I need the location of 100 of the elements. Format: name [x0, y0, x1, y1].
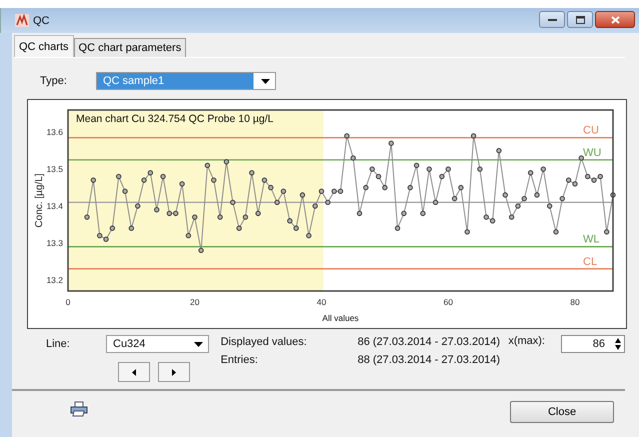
data-point: [110, 226, 115, 231]
close-icon[interactable]: [595, 11, 635, 28]
line-dropdown[interactable]: Cu324: [106, 335, 209, 353]
data-point: [508, 214, 514, 220]
previous-button[interactable]: [118, 362, 150, 382]
data-point: [502, 192, 508, 198]
data-point: [414, 162, 420, 168]
data-point: [192, 214, 198, 220]
data-point: [294, 226, 299, 231]
left-arrow-icon: [132, 368, 136, 376]
info-label: Displayed values:: [220, 336, 308, 348]
data-point: [90, 178, 96, 183]
data-point: [496, 148, 502, 154]
x-axis-title: All values: [322, 313, 359, 323]
tab[interactable]: QC charts: [14, 35, 74, 57]
data-point: [249, 170, 254, 176]
data-point: [300, 192, 306, 198]
data-point: [426, 166, 432, 172]
data-point: [262, 178, 268, 183]
data-point: [464, 229, 470, 235]
data-point: [408, 184, 413, 190]
data-point: [388, 140, 394, 146]
next-button[interactable]: [158, 362, 190, 382]
data-point: [230, 200, 236, 205]
window-title: QC: [33, 14, 50, 26]
data-point: [344, 133, 350, 138]
data-point: [154, 207, 160, 212]
data-point: [401, 210, 407, 216]
data-point: [287, 218, 292, 224]
spinner-arrows-icon: [615, 338, 621, 350]
data-point: [578, 155, 584, 161]
y-tick-label: 13.3: [46, 238, 63, 248]
dropdown-arrow-icon: [261, 78, 270, 84]
data-point: [540, 166, 546, 172]
limit-label: WU: [583, 146, 602, 159]
info-label: Entries:: [220, 354, 259, 366]
data-point: [522, 196, 527, 202]
data-point: [128, 226, 134, 231]
line-label: Line:: [46, 338, 71, 350]
data-point: [376, 174, 382, 180]
x-tick-label: 40: [316, 297, 326, 307]
y-tick-label: 13.6: [46, 127, 63, 138]
dropdown-arrow-icon: [194, 342, 203, 346]
data-point: [604, 229, 610, 235]
x-tick-label: 0: [66, 297, 70, 307]
x-tick-label: 80: [570, 297, 580, 307]
y-axis-title: Conc. [µg/L]: [34, 173, 45, 228]
data-point: [122, 188, 128, 194]
x-tick-label: 20: [190, 297, 200, 307]
data-point: [148, 170, 154, 176]
data-point: [274, 200, 280, 205]
info-value: 86 (27.03.2014 - 27.03.2014): [358, 336, 502, 348]
right-arrow-icon: [172, 368, 176, 376]
minimize-button[interactable]: [539, 11, 565, 28]
y-tick-label: 13.4: [46, 201, 63, 212]
maximize-button[interactable]: [567, 11, 593, 28]
printer-icon[interactable]: [70, 401, 88, 417]
data-point: [432, 200, 438, 205]
data-point: [439, 174, 445, 180]
app-icon: [15, 14, 29, 27]
limit-label: CU: [583, 124, 599, 137]
close-button[interactable]: Close: [510, 401, 614, 423]
data-point: [186, 232, 192, 238]
data-point: [236, 226, 242, 231]
data-point: [515, 203, 521, 209]
data-point: [534, 192, 540, 198]
data-point: [370, 166, 375, 172]
data-point: [84, 214, 90, 220]
minimize-icon: [548, 18, 556, 22]
y-tick-label: 13.5: [46, 164, 63, 174]
data-point: [394, 226, 400, 231]
data-point: [610, 192, 616, 198]
info-value: 88 (27.03.2014 - 27.03.2014): [358, 354, 502, 366]
data-point: [363, 184, 368, 190]
data-point: [280, 188, 286, 194]
data-point: [546, 203, 552, 209]
limit-label: CL: [583, 256, 598, 268]
data-point: [312, 203, 318, 209]
data-point: [255, 210, 261, 216]
x-tick-label: 60: [444, 297, 453, 307]
xmax-spinner[interactable]: 86: [561, 335, 625, 353]
data-point: [420, 210, 426, 216]
data-point: [350, 155, 356, 161]
data-point: [452, 196, 458, 202]
data-point: [446, 166, 451, 172]
limit-label: WL: [583, 234, 600, 246]
data-point: [204, 162, 210, 168]
data-point: [160, 174, 166, 180]
data-point: [560, 196, 565, 202]
y-tick-label: 13.2: [46, 274, 63, 285]
data-point: [211, 178, 216, 183]
data-point: [528, 170, 534, 176]
data-point: [116, 174, 122, 180]
tab[interactable]: QC chart parameters: [74, 38, 186, 57]
data-point: [318, 188, 324, 194]
data-point: [470, 133, 476, 138]
data-point: [306, 232, 312, 238]
data-point: [135, 203, 140, 209]
xmax-label: x(max):: [508, 335, 545, 347]
data-point: [179, 181, 185, 187]
